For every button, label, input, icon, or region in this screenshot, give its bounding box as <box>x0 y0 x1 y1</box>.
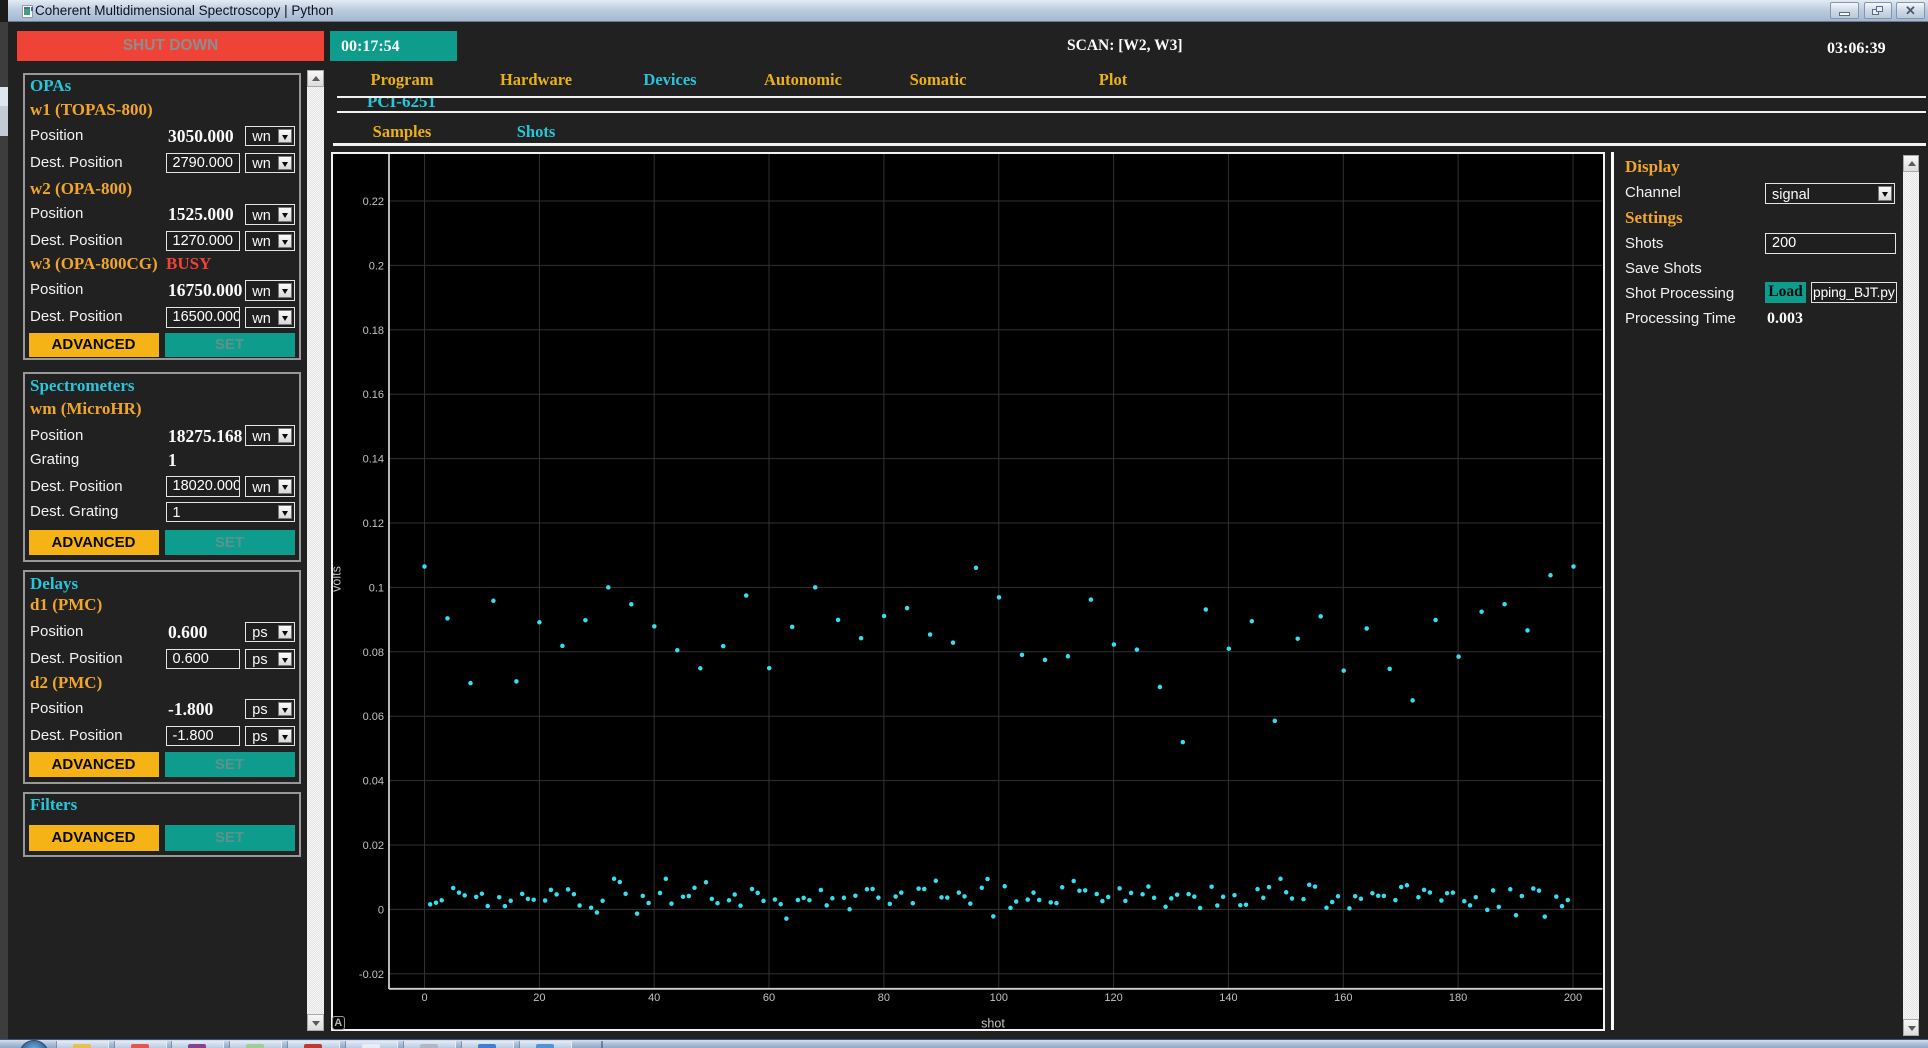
svg-text:140: 140 <box>1219 992 1237 1004</box>
svg-text:160: 160 <box>1334 992 1352 1004</box>
svg-text:-0.02: -0.02 <box>358 969 383 981</box>
svg-text:volts: volts <box>333 566 344 592</box>
svg-text:0.06: 0.06 <box>362 711 383 723</box>
svg-text:0.16: 0.16 <box>362 389 383 401</box>
svg-text:20: 20 <box>533 992 545 1004</box>
svg-text:60: 60 <box>762 992 774 1004</box>
svg-text:0.02: 0.02 <box>362 840 383 852</box>
svg-text:0.04: 0.04 <box>362 776 383 788</box>
svg-text:0.22: 0.22 <box>362 196 383 208</box>
svg-text:0.18: 0.18 <box>362 325 383 337</box>
svg-text:0.1: 0.1 <box>368 582 383 594</box>
svg-text:200: 200 <box>1563 992 1581 1004</box>
svg-text:40: 40 <box>648 992 660 1004</box>
svg-text:180: 180 <box>1448 992 1466 1004</box>
svg-text:120: 120 <box>1104 992 1122 1004</box>
svg-text:100: 100 <box>989 992 1007 1004</box>
svg-text:0: 0 <box>377 904 383 916</box>
svg-text:0.14: 0.14 <box>362 454 383 466</box>
svg-text:0.12: 0.12 <box>362 518 383 530</box>
svg-text:80: 80 <box>877 992 889 1004</box>
svg-text:0.2: 0.2 <box>368 260 383 272</box>
svg-text:shot: shot <box>981 1017 1005 1031</box>
svg-text:0: 0 <box>421 992 427 1004</box>
svg-text:0.08: 0.08 <box>362 647 383 659</box>
